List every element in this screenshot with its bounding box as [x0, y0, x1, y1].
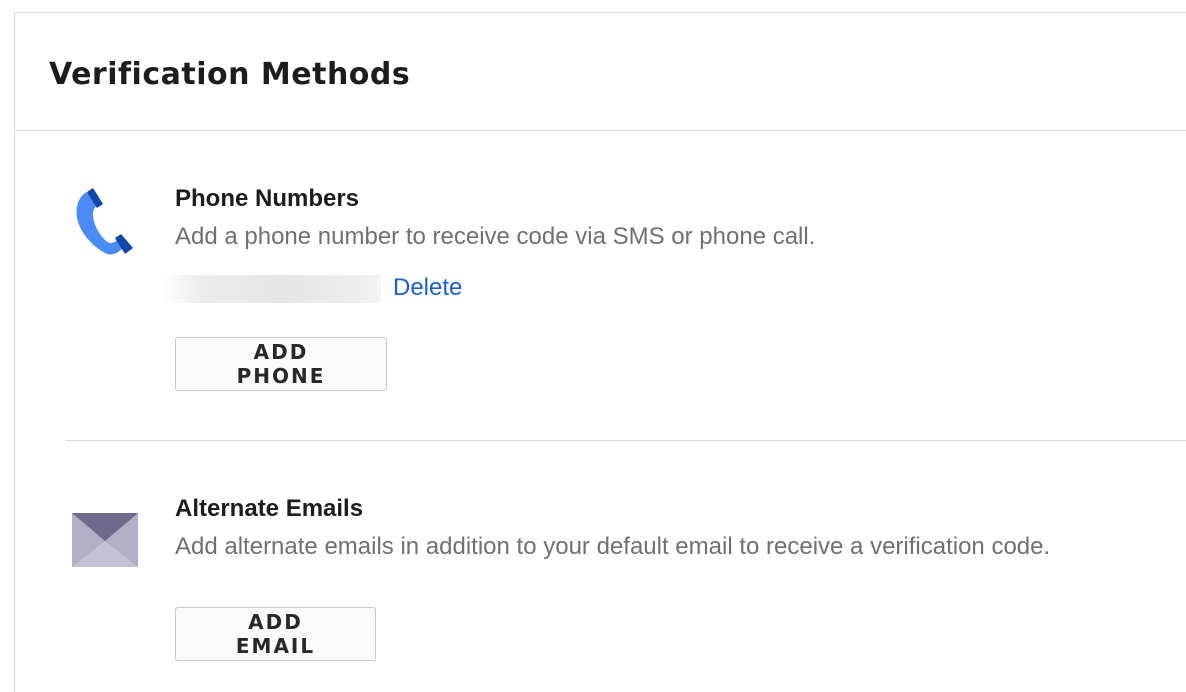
phone-icon [76, 188, 133, 255]
add-phone-button[interactable]: ADD PHONE [175, 337, 387, 391]
page-title: Verification Methods [49, 57, 411, 92]
add-email-button[interactable]: ADD EMAIL [175, 607, 376, 661]
email-section-description: Add alternate emails in addition to your… [175, 533, 1051, 560]
phone-section-title: Phone Numbers [175, 185, 360, 212]
panel-header: Verification Methods [15, 13, 1186, 131]
redacted-phone-number [163, 275, 381, 303]
email-section-title: Alternate Emails [175, 495, 364, 522]
phone-entry: Delete [163, 271, 503, 305]
envelope-icon [72, 513, 138, 567]
verification-methods-panel: Verification Methods Phone Numbers Add a… [14, 12, 1186, 692]
phone-section-description: Add a phone number to receive code via S… [175, 223, 816, 250]
delete-phone-link[interactable]: Delete [393, 273, 462, 303]
phone-numbers-section: Phone Numbers Add a phone number to rece… [15, 131, 1186, 441]
alternate-emails-section: Alternate Emails Add alternate emails in… [15, 441, 1186, 692]
